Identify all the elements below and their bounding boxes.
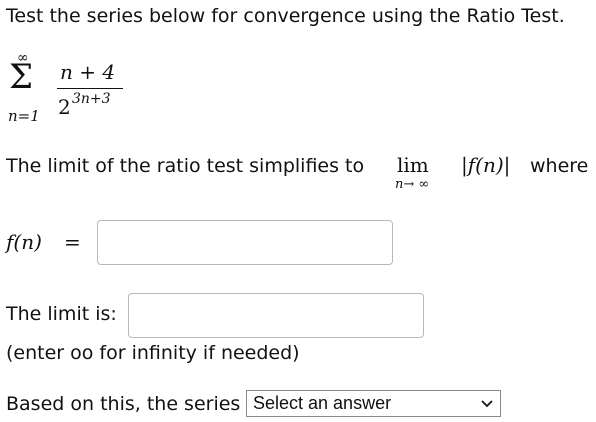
- conclusion-prefix: Based on this, the series: [6, 393, 241, 415]
- summation-sigma-icon: Σ: [9, 57, 34, 97]
- limit-input[interactable]: [128, 293, 424, 338]
- f-label: f(n): [6, 230, 42, 254]
- chevron-down-icon: [481, 399, 493, 407]
- equals-sign: =: [64, 230, 81, 254]
- fraction-bar: [57, 88, 123, 89]
- f-expression-input[interactable]: [97, 220, 393, 265]
- limit-statement-prefix: The limit of the ratio test simplifies t…: [6, 155, 365, 177]
- denominator-exponent: 3n+3: [72, 91, 111, 107]
- limit-label: The limit is:: [6, 303, 117, 325]
- question-prompt: Test the series below for convergence us…: [6, 5, 565, 27]
- limit-statement-suffix: where: [530, 155, 589, 177]
- denominator-base: 2: [58, 95, 71, 119]
- conclusion-select[interactable]: Select an answer: [246, 390, 501, 417]
- sum-lower-limit: n=1: [8, 107, 40, 125]
- infinity-hint: (enter oo for infinity if needed): [6, 342, 300, 364]
- fraction-numerator: n + 4: [60, 60, 116, 84]
- lim-word: lim: [397, 153, 429, 177]
- conclusion-select-value: Select an answer: [253, 393, 392, 413]
- abs-f-expression: |f(n)|: [461, 153, 511, 177]
- lim-subscript: n→ ∞: [395, 177, 430, 192]
